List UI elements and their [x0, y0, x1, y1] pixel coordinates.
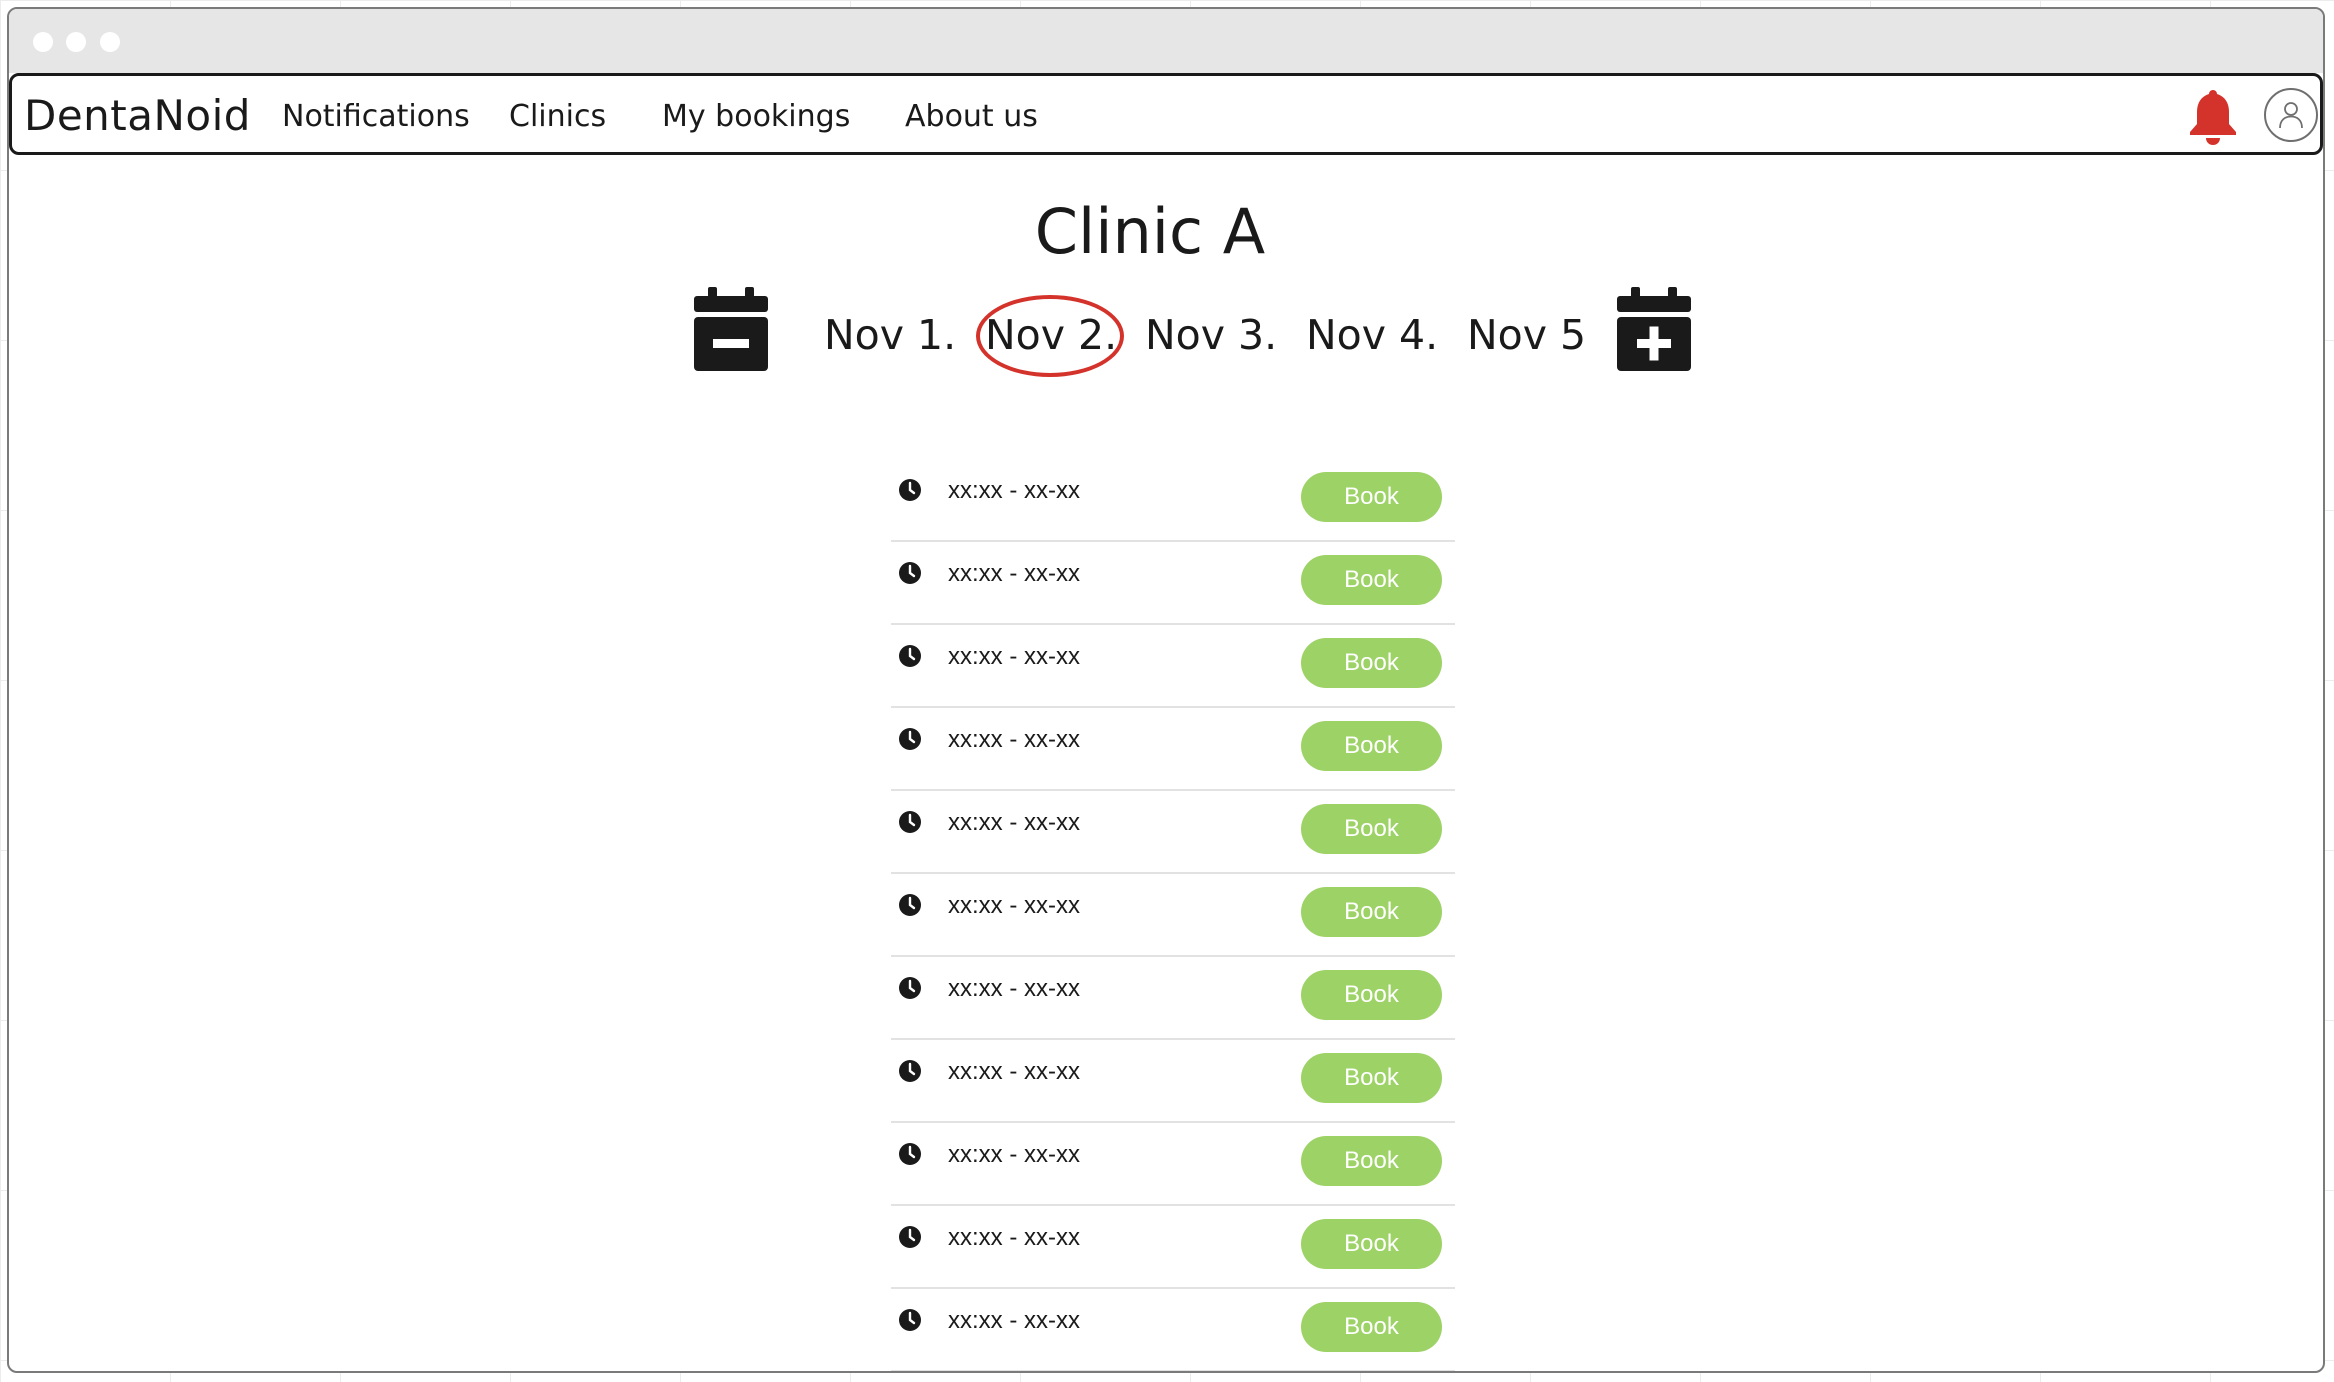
day-nov-4[interactable]: Nov 4. [1306, 311, 1438, 359]
day-nov-1[interactable]: Nov 1. [824, 311, 956, 359]
time-slot-row: xx:xx - xx-xx Book [891, 791, 1455, 874]
top-navbar: DentaNoid Notifications Clinics My booki… [9, 73, 2323, 155]
nav-about-us[interactable]: About us [905, 99, 1038, 134]
time-slot-row: xx:xx - xx-xx Book [891, 708, 1455, 791]
user-icon [2279, 102, 2303, 129]
day-nov-3[interactable]: Nov 3. [1145, 311, 1277, 359]
clock-icon [898, 976, 922, 1000]
time-slot-row: xx:xx - xx-xx Book [891, 459, 1455, 542]
book-button[interactable]: Book [1301, 638, 1442, 688]
window-titlebar [9, 9, 2323, 73]
time-slot-row: xx:xx - xx-xx Book [891, 1040, 1455, 1123]
time-slot-label: xx:xx - xx-xx [948, 1224, 1080, 1251]
time-slot-label: xx:xx - xx-xx [948, 726, 1080, 753]
nav-my-bookings[interactable]: My bookings [662, 99, 850, 134]
calendar-plus-icon[interactable] [1617, 287, 1691, 371]
book-button[interactable]: Book [1301, 721, 1442, 771]
nav-clinics[interactable]: Clinics [509, 99, 606, 134]
window-close-dot[interactable] [33, 32, 53, 52]
time-slot-label: xx:xx - xx-xx [948, 892, 1080, 919]
clock-icon [898, 893, 922, 917]
time-slot-label: xx:xx - xx-xx [948, 1307, 1080, 1334]
time-slot-label: xx:xx - xx-xx [948, 560, 1080, 587]
book-button[interactable]: Book [1301, 472, 1442, 522]
clock-icon [898, 478, 922, 502]
brand-logo[interactable]: DentaNoid [24, 91, 251, 140]
book-button[interactable]: Book [1301, 1219, 1442, 1269]
book-button[interactable]: Book [1301, 1136, 1442, 1186]
time-slot-row: xx:xx - xx-xx Book [891, 957, 1455, 1040]
time-slot-label: xx:xx - xx-xx [948, 643, 1080, 670]
clock-icon [898, 561, 922, 585]
book-button[interactable]: Book [1301, 555, 1442, 605]
time-slot-label: xx:xx - xx-xx [948, 809, 1080, 836]
book-button[interactable]: Book [1301, 1302, 1442, 1352]
clock-icon [898, 727, 922, 751]
clock-icon [898, 1142, 922, 1166]
time-slot-label: xx:xx - xx-xx [948, 975, 1080, 1002]
day-nov-5[interactable]: Nov 5 [1467, 311, 1586, 359]
nav-notifications[interactable]: Notifications [282, 99, 470, 134]
clock-icon [898, 1225, 922, 1249]
clock-icon [898, 1308, 922, 1332]
time-slot-row: xx:xx - xx-xx Book [891, 874, 1455, 957]
calendar-minus-icon[interactable] [694, 287, 768, 371]
time-slot-row: xx:xx - xx-xx Book [891, 1206, 1455, 1289]
time-slot-label: xx:xx - xx-xx [948, 477, 1080, 504]
book-button[interactable]: Book [1301, 970, 1442, 1020]
time-slot-row: xx:xx - xx-xx Book [891, 542, 1455, 625]
book-button[interactable]: Book [1301, 887, 1442, 937]
bell-icon[interactable] [2187, 88, 2239, 146]
clock-icon [898, 1059, 922, 1083]
day-nov-2[interactable]: Nov 2. [985, 311, 1117, 359]
window-minimize-dot[interactable] [66, 32, 86, 52]
clinic-title: Clinic A [1034, 195, 1266, 268]
time-slot-row: xx:xx - xx-xx Book [891, 1123, 1455, 1206]
clock-icon [898, 644, 922, 668]
time-slot-label: xx:xx - xx-xx [948, 1058, 1080, 1085]
book-button[interactable]: Book [1301, 804, 1442, 854]
book-button[interactable]: Book [1301, 1053, 1442, 1103]
time-slot-row: xx:xx - xx-xx Book [891, 1289, 1455, 1371]
time-slot-label: xx:xx - xx-xx [948, 1141, 1080, 1168]
window-maximize-dot[interactable] [100, 32, 120, 52]
profile-avatar[interactable] [2264, 88, 2318, 142]
clock-icon [898, 810, 922, 834]
time-slot-row: xx:xx - xx-xx Book [891, 625, 1455, 708]
browser-window: DentaNoid Notifications Clinics My booki… [7, 7, 2325, 1373]
